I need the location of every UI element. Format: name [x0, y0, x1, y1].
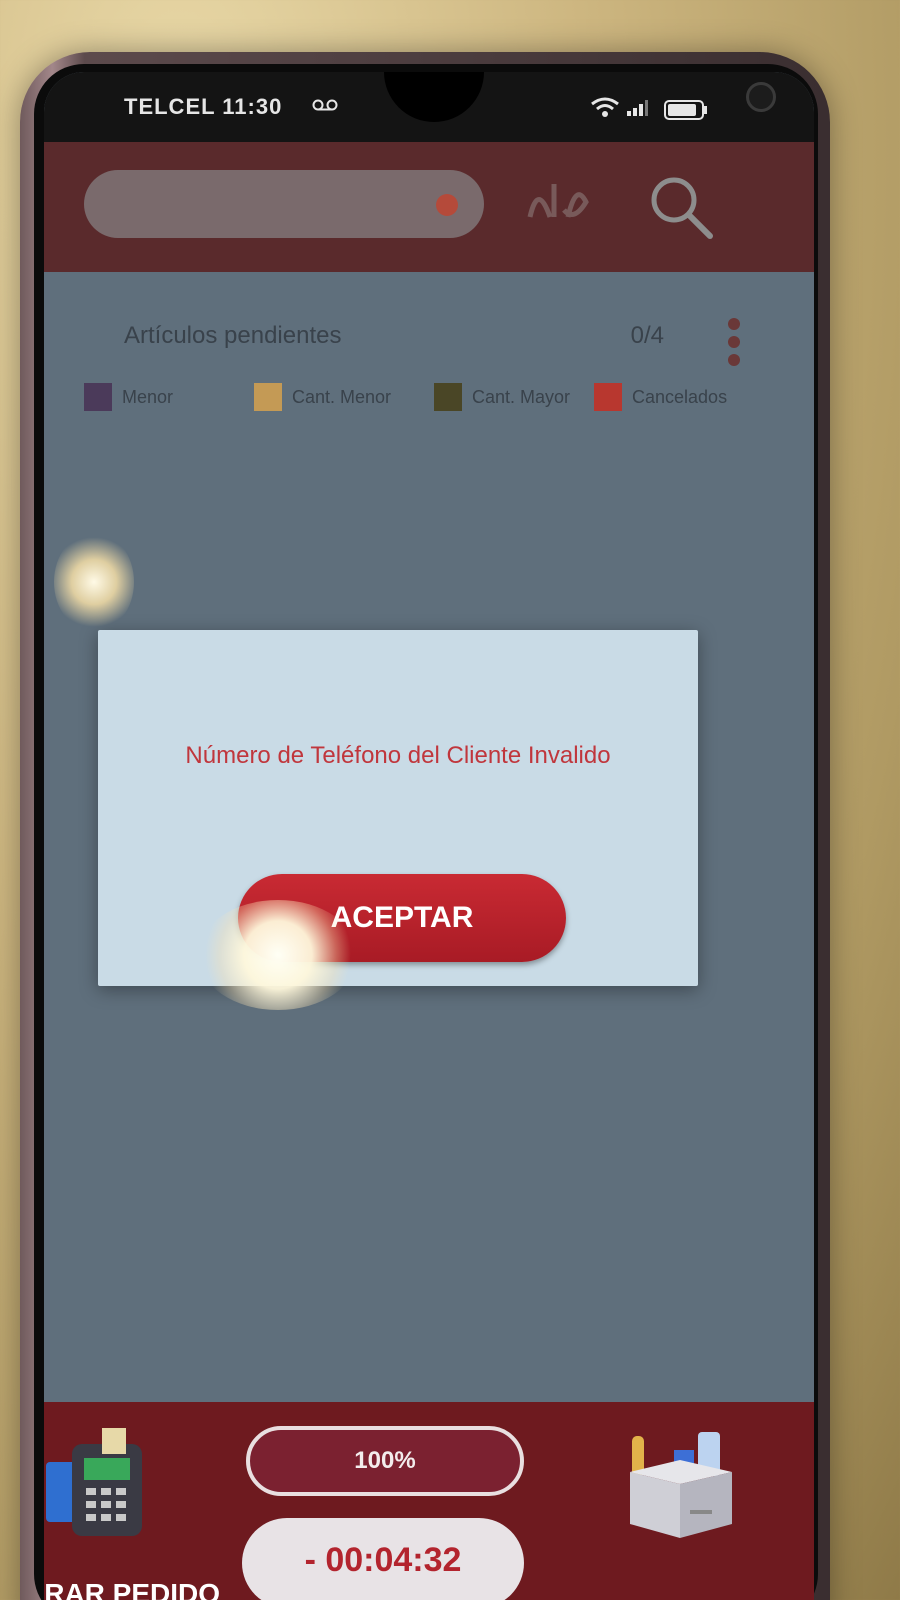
app-logo-icon: [524, 172, 604, 232]
pos-terminal-icon[interactable]: [44, 1422, 154, 1542]
dialog-message: Número de Teléfono del Cliente Invalido: [185, 742, 611, 769]
pending-items-count: 0/4: [630, 322, 664, 349]
front-camera: [746, 82, 776, 112]
legend-swatch: [594, 383, 622, 411]
phone-screen: TELCEL 11:30 Artículos pendientes 0/4 Me…: [44, 72, 814, 1600]
legend-item-cant-menor: Cant. Menor: [254, 382, 391, 412]
legend-label: Menor: [122, 386, 174, 407]
legend-swatch: [434, 383, 462, 411]
legend-swatch: [254, 383, 282, 411]
kebab-menu-icon[interactable]: [724, 312, 744, 372]
legend-label: Cancelados: [632, 386, 728, 407]
accept-button[interactable]: ACEPTAR: [238, 874, 566, 962]
close-order-label[interactable]: RRAR PEDIDO: [44, 1578, 220, 1600]
alert-dialog: Número de Teléfono del Cliente Invalido …: [98, 630, 698, 1010]
search-icon[interactable]: [644, 170, 716, 242]
legend-label: Cant. Mayor: [472, 386, 571, 407]
camera-notch: [384, 72, 776, 122]
pending-items-row: Artículos pendientes 0/4: [104, 312, 744, 372]
progress-indicator: 100%: [246, 1426, 524, 1496]
voicemail-icon: [312, 99, 338, 111]
legend-label: Cant. Menor: [292, 386, 392, 407]
box-icon[interactable]: [620, 1422, 740, 1542]
status-legend: Menor Cant. Menor Cant. Mayor Cancelados: [84, 382, 784, 422]
carrier-time: TELCEL 11:30: [124, 94, 283, 119]
wifi-icon: [591, 97, 619, 117]
legend-item-cancelados: Cancelados: [594, 382, 727, 412]
bottom-action-bar: 100% - 00:04:32 RRAR PEDIDO: [44, 1402, 814, 1600]
pending-items-label: Artículos pendientes: [124, 322, 342, 349]
signal-icon: [627, 100, 648, 116]
battery-icon: [664, 100, 707, 120]
search-input[interactable]: [84, 170, 484, 238]
search-indicator-dot: [436, 194, 458, 216]
legend-item-menor: Menor: [84, 382, 173, 412]
legend-swatch: [84, 383, 112, 411]
status-bar: TELCEL 11:30: [44, 72, 814, 142]
legend-item-cant-mayor: Cant. Mayor: [434, 382, 570, 412]
light-glare-left: [54, 532, 134, 632]
order-timer: - 00:04:32: [242, 1518, 524, 1600]
app-header: [44, 142, 814, 272]
order-content: Artículos pendientes 0/4 Menor Cant. Men…: [44, 272, 814, 1472]
